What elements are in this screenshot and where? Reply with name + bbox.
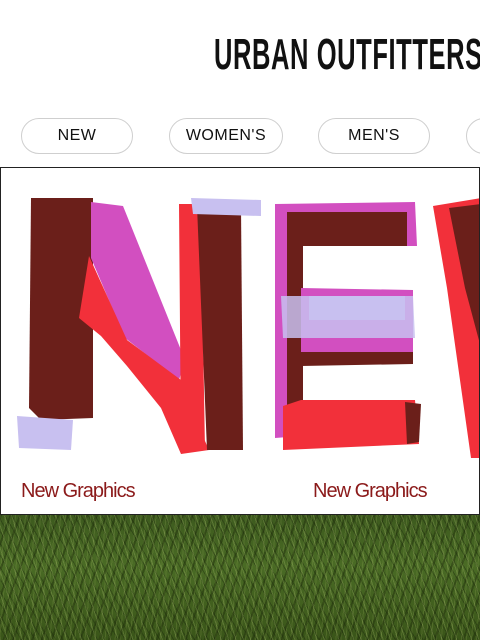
- brand-logo[interactable]: URBAN OUTFITTERS: [214, 30, 480, 80]
- hero-artwork-new: [17, 198, 479, 458]
- letter-w-artwork: [433, 198, 479, 458]
- letter-e-artwork: [275, 202, 421, 450]
- hero-banner[interactable]: New Graphics New Graphics: [0, 167, 480, 515]
- letter-n-artwork: [17, 198, 261, 454]
- nav-item-next[interactable]: [466, 118, 480, 154]
- site-header: URBAN OUTFITTERS: [0, 0, 480, 110]
- nav-item-mens[interactable]: MEN'S: [318, 118, 430, 154]
- nav-item-womens[interactable]: WOMEN'S: [169, 118, 283, 154]
- category-nav: NEW WOMEN'S MEN'S: [0, 118, 480, 156]
- hero-caption-new-graphics-secondary[interactable]: New Graphics: [313, 480, 428, 503]
- nav-item-new[interactable]: NEW: [21, 118, 133, 154]
- hero-caption-new-graphics[interactable]: New Graphics: [21, 480, 136, 503]
- grass-promo-image[interactable]: [0, 515, 480, 640]
